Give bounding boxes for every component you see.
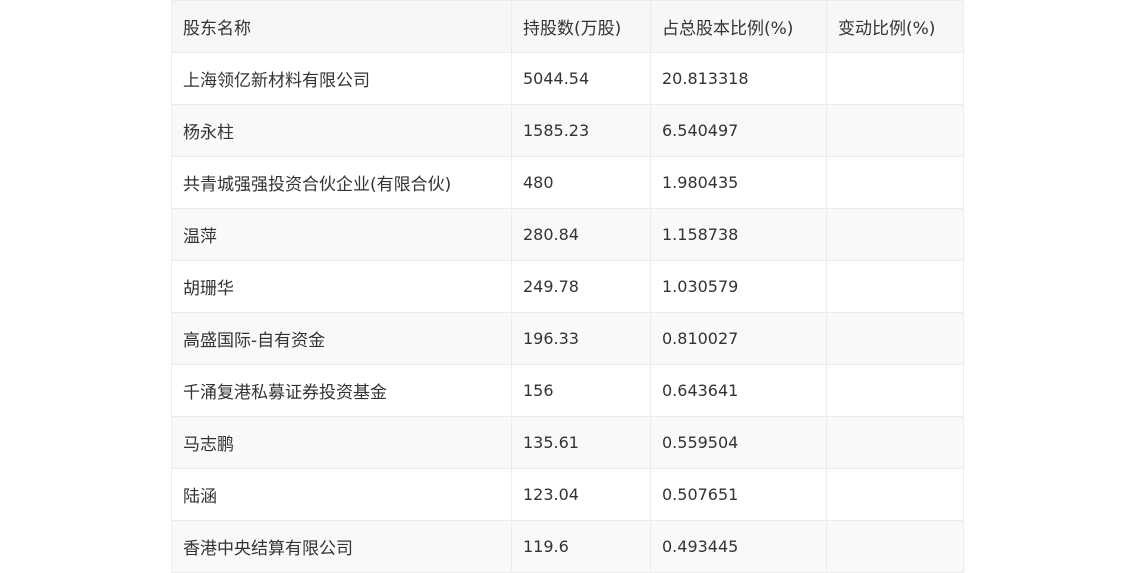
cell-ratio: 0.810027 [650, 312, 827, 365]
shareholder-table-container: 股东名称 持股数(万股) 占总股本比例(%) 变动比例(%) 上海领亿新材料有限… [171, 0, 964, 573]
table-row: 共青城强强投资合伙企业(有限合伙) 480 1.980435 [171, 156, 964, 209]
cell-name: 上海领亿新材料有限公司 [171, 52, 512, 105]
table-row: 杨永柱 1585.23 6.540497 [171, 104, 964, 157]
cell-name: 陆涵 [171, 468, 512, 521]
cell-shares: 123.04 [511, 468, 651, 521]
table-row: 香港中央结算有限公司 119.6 0.493445 [171, 520, 964, 573]
cell-shares: 480 [511, 156, 651, 209]
cell-change [826, 520, 964, 573]
table-row: 胡珊华 249.78 1.030579 [171, 260, 964, 313]
cell-shares: 196.33 [511, 312, 651, 365]
cell-shares: 119.6 [511, 520, 651, 573]
cell-change [826, 416, 964, 469]
table-row: 上海领亿新材料有限公司 5044.54 20.813318 [171, 52, 964, 105]
header-ratio: 占总股本比例(%) [650, 0, 827, 53]
table-row: 马志鹏 135.61 0.559504 [171, 416, 964, 469]
cell-ratio: 1.980435 [650, 156, 827, 209]
cell-change [826, 312, 964, 365]
cell-name: 温萍 [171, 208, 512, 261]
table-header-row: 股东名称 持股数(万股) 占总股本比例(%) 变动比例(%) [171, 0, 964, 53]
cell-change [826, 364, 964, 417]
header-shareholder-name: 股东名称 [171, 0, 512, 53]
cell-name: 高盛国际-自有资金 [171, 312, 512, 365]
cell-ratio: 20.813318 [650, 52, 827, 105]
cell-ratio: 0.507651 [650, 468, 827, 521]
cell-change [826, 156, 964, 209]
table-row: 陆涵 123.04 0.507651 [171, 468, 964, 521]
cell-ratio: 1.030579 [650, 260, 827, 313]
header-change: 变动比例(%) [826, 0, 964, 53]
cell-ratio: 0.643641 [650, 364, 827, 417]
cell-ratio: 1.158738 [650, 208, 827, 261]
cell-name: 香港中央结算有限公司 [171, 520, 512, 573]
cell-shares: 156 [511, 364, 651, 417]
cell-change [826, 52, 964, 105]
header-shares: 持股数(万股) [511, 0, 651, 53]
cell-name: 共青城强强投资合伙企业(有限合伙) [171, 156, 512, 209]
cell-change [826, 104, 964, 157]
cell-shares: 249.78 [511, 260, 651, 313]
cell-name: 胡珊华 [171, 260, 512, 313]
table-row: 千涌复港私募证券投资基金 156 0.643641 [171, 364, 964, 417]
cell-shares: 5044.54 [511, 52, 651, 105]
table-row: 高盛国际-自有资金 196.33 0.810027 [171, 312, 964, 365]
cell-change [826, 208, 964, 261]
cell-name: 马志鹏 [171, 416, 512, 469]
cell-shares: 280.84 [511, 208, 651, 261]
cell-shares: 1585.23 [511, 104, 651, 157]
cell-ratio: 6.540497 [650, 104, 827, 157]
cell-ratio: 0.493445 [650, 520, 827, 573]
cell-name: 千涌复港私募证券投资基金 [171, 364, 512, 417]
shareholder-table: 股东名称 持股数(万股) 占总股本比例(%) 变动比例(%) 上海领亿新材料有限… [171, 0, 964, 573]
cell-shares: 135.61 [511, 416, 651, 469]
cell-name: 杨永柱 [171, 104, 512, 157]
cell-change [826, 260, 964, 313]
cell-ratio: 0.559504 [650, 416, 827, 469]
table-row: 温萍 280.84 1.158738 [171, 208, 964, 261]
cell-change [826, 468, 964, 521]
